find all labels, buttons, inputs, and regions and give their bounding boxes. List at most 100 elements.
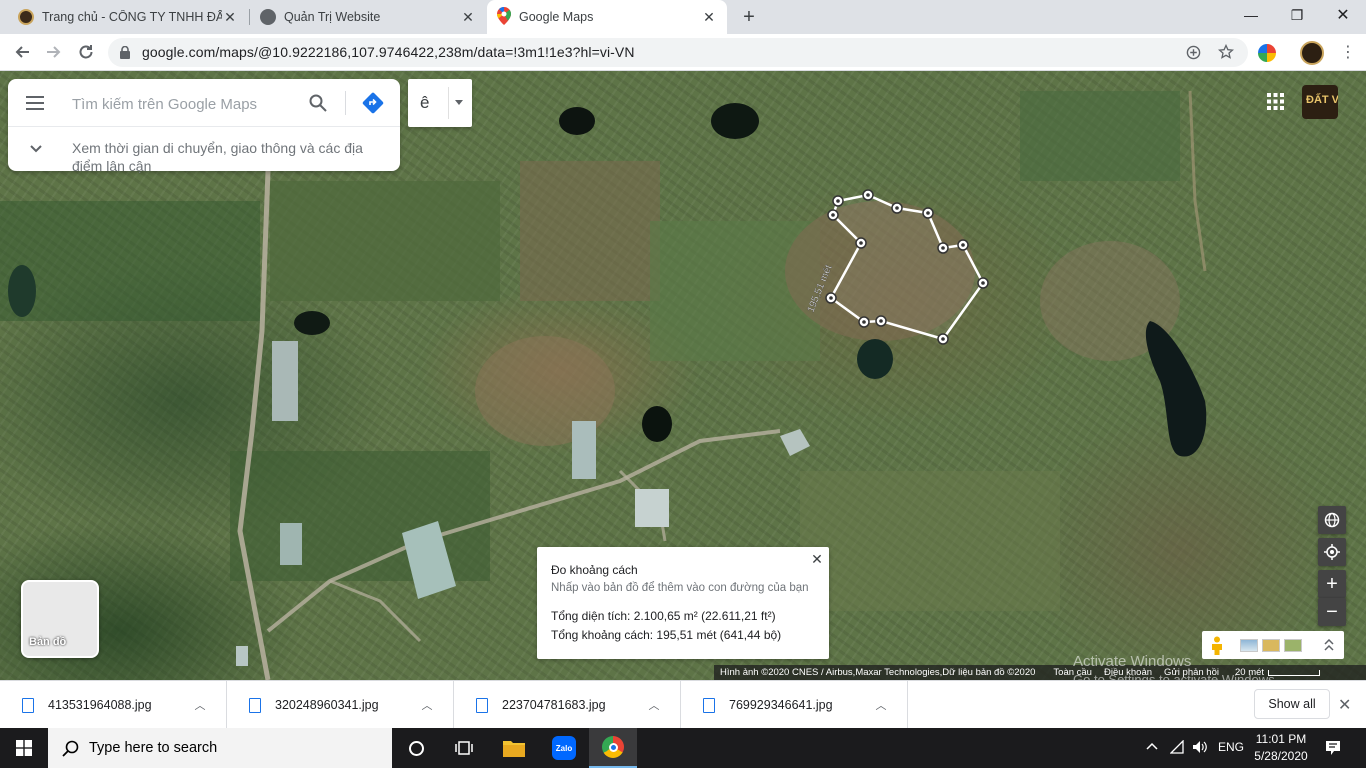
- menu-kebab-icon[interactable]: ⋮: [1340, 41, 1356, 65]
- site-favicon: [18, 9, 34, 25]
- url-text: google.com/maps/@10.9222186,107.9746422,…: [142, 44, 635, 60]
- download-filename: 769929346641.jpg: [729, 698, 833, 712]
- close-tab-icon[interactable]: ✕: [701, 9, 717, 26]
- back-button[interactable]: [9, 39, 35, 65]
- image-file-icon: [249, 697, 261, 713]
- search-divider: [345, 91, 346, 115]
- download-item[interactable]: 769929346641.jpg ︿: [681, 681, 908, 729]
- search-icon[interactable]: [309, 94, 327, 112]
- tab-title: Quản Trị Website: [284, 10, 381, 24]
- folder-icon: [503, 741, 525, 757]
- search-icon: [62, 740, 79, 757]
- account-logo-text: ĐẤT V: [1306, 94, 1338, 106]
- explore-nearby-text[interactable]: Xem thời gian di chuyển, giao thông và c…: [72, 139, 390, 175]
- start-button[interactable]: [0, 728, 48, 768]
- minimize-button[interactable]: —: [1228, 0, 1274, 30]
- globe-view-button[interactable]: [1318, 506, 1346, 534]
- lock-icon: [120, 46, 130, 59]
- account-logo[interactable]: ĐẤT V: [1302, 85, 1338, 119]
- volume-icon[interactable]: [1192, 740, 1208, 754]
- close-shelf-icon[interactable]: ✕: [1338, 695, 1351, 715]
- measure-total-distance: Tổng khoảng cách: 195,51 mét (641,44 bộ): [551, 628, 782, 642]
- panel-divider: [8, 126, 400, 127]
- chevron-up-icon[interactable]: ︿: [644, 697, 664, 713]
- watermark-line2: Go to Settings to activate Windows.: [1073, 672, 1279, 680]
- chevron-up-icon[interactable]: ︿: [871, 697, 891, 713]
- taskbar-search-box[interactable]: Type here to search: [48, 728, 392, 768]
- zoom-out-button[interactable]: −: [1318, 598, 1346, 626]
- download-filename: 320248960341.jpg: [275, 698, 379, 712]
- profile-avatar[interactable]: [1300, 41, 1324, 65]
- apps-grid-icon[interactable]: [1267, 93, 1284, 110]
- language-indicator[interactable]: ENG: [1218, 740, 1244, 754]
- tab-cong-ty[interactable]: Trang chủ - CÔNG TY TNHH ĐẤT ✕: [8, 0, 248, 34]
- input-tools-divider: [448, 87, 449, 119]
- show-all-button[interactable]: Show all: [1254, 689, 1330, 719]
- measure-title: Đo khoảng cách: [551, 563, 638, 577]
- address-bar[interactable]: google.com/maps/@10.9222186,107.9746422,…: [108, 38, 1248, 67]
- taskbar-search-placeholder: Type here to search: [89, 740, 218, 756]
- image-file-icon: [22, 697, 34, 713]
- zalo-button[interactable]: Zalo: [540, 728, 588, 768]
- chevron-up-icon[interactable]: ︿: [190, 697, 210, 713]
- add-circle-icon[interactable]: [1186, 45, 1201, 60]
- extension-icon[interactable]: [1258, 44, 1276, 62]
- download-item[interactable]: 413531964088.jpg ︿: [0, 681, 227, 729]
- download-shelf: 413531964088.jpg ︿ 320248960341.jpg ︿ 22…: [0, 680, 1366, 729]
- close-tab-icon[interactable]: ✕: [222, 9, 238, 26]
- zoom-in-button[interactable]: +: [1318, 570, 1346, 598]
- my-location-button[interactable]: [1318, 538, 1346, 566]
- search-input[interactable]: [72, 93, 294, 115]
- input-tool-letter: ê: [420, 93, 430, 112]
- task-view-button[interactable]: [440, 728, 488, 768]
- reload-button[interactable]: [73, 39, 99, 65]
- windows-logo-icon: [16, 740, 32, 756]
- notifications-icon[interactable]: [1325, 740, 1341, 756]
- map-type-toggle[interactable]: Bản đồ: [21, 580, 99, 658]
- clock[interactable]: 11:01 PM 5/28/2020: [1248, 731, 1314, 765]
- hamburger-menu-icon[interactable]: [26, 96, 44, 110]
- window-close-button[interactable]: ✕: [1320, 0, 1366, 30]
- close-tab-icon[interactable]: ✕: [460, 9, 476, 26]
- input-tools-button[interactable]: ê: [408, 79, 472, 127]
- forward-button[interactable]: [41, 39, 67, 65]
- search-panel: Xem thời gian di chuyển, giao thông và c…: [8, 79, 400, 174]
- directions-icon[interactable]: [362, 92, 384, 114]
- globe-icon: [1324, 512, 1340, 528]
- cortana-button[interactable]: [392, 728, 440, 768]
- dropdown-caret-icon[interactable]: [455, 100, 463, 105]
- download-item[interactable]: 320248960341.jpg ︿: [227, 681, 454, 729]
- satellite-map[interactable]: 195,51 mét Xem thời gian di chuyển, giao…: [0, 71, 1366, 680]
- imagery-thumb-sky[interactable]: [1240, 639, 1258, 652]
- tab-google-maps[interactable]: Google Maps ✕: [487, 0, 727, 34]
- bookmark-star-icon[interactable]: [1218, 44, 1234, 60]
- close-icon[interactable]: ✕: [809, 551, 825, 567]
- image-file-icon: [476, 697, 488, 713]
- reload-icon: [79, 45, 93, 59]
- chrome-button[interactable]: [589, 728, 637, 768]
- tab-title: Google Maps: [519, 10, 594, 24]
- download-item[interactable]: 223704781683.jpg ︿: [454, 681, 681, 729]
- network-icon[interactable]: [1170, 740, 1186, 754]
- activate-windows-watermark: Activate Windows Go to Settings to activ…: [1073, 653, 1278, 680]
- tab-strip: Trang chủ - CÔNG TY TNHH ĐẤT ✕ Quản Trị …: [0, 0, 1366, 34]
- maximize-button[interactable]: ❐: [1274, 0, 1320, 30]
- cortana-circle-icon: [408, 740, 424, 756]
- file-explorer-button[interactable]: [490, 728, 538, 768]
- task-view-icon: [455, 741, 473, 755]
- chevron-down-icon[interactable]: [30, 145, 42, 153]
- maps-pin-icon: [497, 6, 511, 28]
- chrome-icon: [602, 736, 624, 758]
- tab-quan-tri[interactable]: Quản Trị Website ✕: [250, 0, 486, 34]
- back-arrow-icon: [15, 46, 29, 58]
- browser-toolbar: google.com/maps/@10.9222186,107.9746422,…: [0, 34, 1366, 71]
- measure-total-area: Tổng diện tích: 2.100,65 m² (22.611,21 f…: [551, 609, 776, 623]
- expand-chevron-icon[interactable]: [1324, 639, 1334, 651]
- new-tab-button[interactable]: +: [736, 4, 762, 30]
- chevron-up-icon[interactable]: ︿: [417, 697, 437, 713]
- clock-date: 5/28/2020: [1254, 749, 1308, 763]
- imagery-thumb-aerial[interactable]: [1284, 639, 1302, 652]
- tray-chevron-up-icon[interactable]: [1146, 742, 1158, 750]
- imagery-thumb-field[interactable]: [1262, 639, 1280, 652]
- measured-area-polygon: [829, 193, 985, 341]
